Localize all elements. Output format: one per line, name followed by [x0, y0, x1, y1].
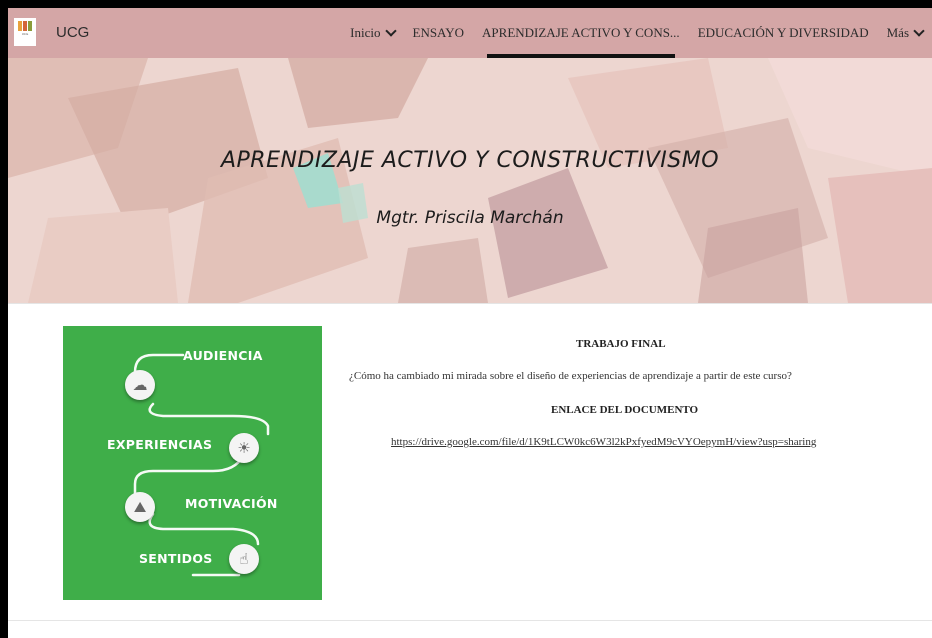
touch-hand-icon: ☝ [229, 544, 259, 574]
infographic-label-motivacion: MOTIVACIÓN [185, 496, 278, 511]
lightbulb-icon: ☀ [229, 433, 259, 463]
menu-item-label: APRENDIZAJE ACTIVO Y CONS... [482, 25, 680, 40]
infographic-label-sentidos: SENTIDOS [139, 551, 213, 566]
page-subtitle: Mgtr. Priscila Marchán [376, 208, 564, 228]
menu-item-label: ENSAYO [412, 25, 465, 40]
section-heading: TRABAJO FINAL [576, 338, 666, 350]
main-menu: Inicio ENSAYO APRENDIZAJE ACTIVO Y CONS.… [341, 8, 932, 58]
menu-item-label: EDUCACIÓN Y DIVERSIDAD [697, 25, 869, 40]
menu-item-ensayo[interactable]: ENSAYO [404, 8, 474, 58]
menu-item-mas[interactable]: Más [878, 8, 932, 58]
document-link[interactable]: https://drive.google.com/file/d/1K9tLCW0… [391, 436, 816, 448]
infographic-label-experiencias: EXPERIENCIAS [107, 437, 213, 452]
menu-item-inicio[interactable]: Inicio [341, 8, 403, 58]
site-header: UCG UCG Inicio ENSAYO APRENDIZAJE ACTIVO… [8, 8, 932, 58]
menu-item-aprendizaje[interactable]: APRENDIZAJE ACTIVO Y CONS... [473, 8, 689, 58]
link-heading: ENLACE DEL DOCUMENTO [551, 404, 699, 416]
menu-item-label: Inicio [350, 25, 381, 40]
chevron-down-icon [913, 25, 925, 37]
infographic-image: ☁ AUDIENCIA ☀ EXPERIENCIAS ⛰ MOTIVACIÓN … [63, 326, 322, 600]
section-divider [8, 303, 932, 304]
menu-item-label: Más [886, 25, 909, 40]
hero-background-image [8, 58, 932, 303]
hero-banner: APRENDIZAJE ACTIVO Y CONSTRUCTIVISMO Mgt… [8, 58, 932, 303]
brain-icon: ☁ [125, 370, 155, 400]
section-divider [8, 620, 932, 621]
menu-item-educacion[interactable]: EDUCACIÓN Y DIVERSIDAD [689, 8, 878, 58]
question-text: ¿Cómo ha cambiado mi mirada sobre el dis… [349, 370, 792, 382]
chevron-down-icon [384, 25, 397, 37]
page-frame: UCG UCG Inicio ENSAYO APRENDIZAJE ACTIVO… [8, 8, 932, 638]
university-logo-icon[interactable]: UCG [14, 18, 36, 46]
page-title: APRENDIZAJE ACTIVO Y CONSTRUCTIVISMO [220, 148, 720, 173]
site-brand[interactable]: UCG [56, 24, 89, 41]
mountain-climb-icon: ⛰ [125, 492, 155, 522]
infographic-label-audiencia: AUDIENCIA [183, 348, 263, 363]
